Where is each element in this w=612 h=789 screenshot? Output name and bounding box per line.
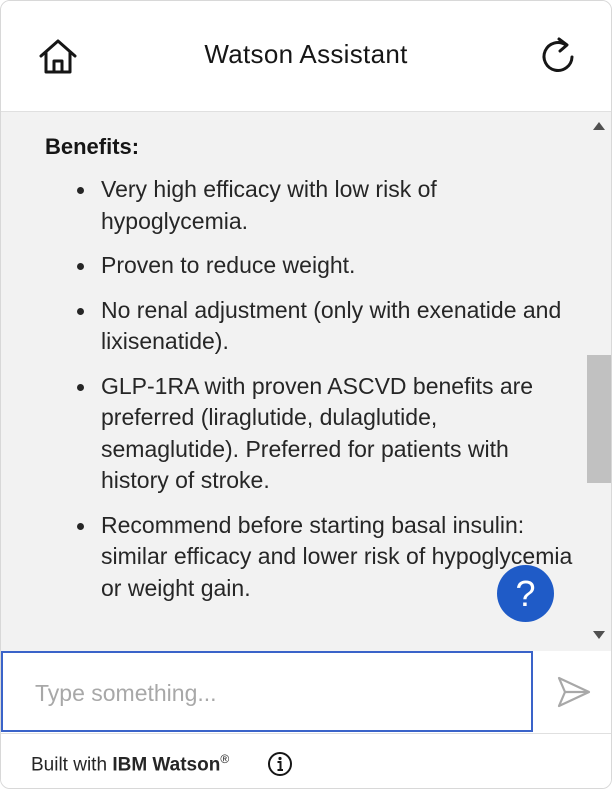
info-button[interactable] bbox=[267, 751, 293, 777]
restart-icon bbox=[542, 37, 574, 72]
trademark-symbol: ® bbox=[220, 752, 230, 766]
list-item-text: No renal adjustment (only with exenatide… bbox=[101, 296, 562, 355]
help-button[interactable]: ? bbox=[497, 565, 554, 622]
restart-button[interactable] bbox=[539, 35, 579, 77]
list-item-text: Very high efficacy with low risk of hypo… bbox=[101, 176, 437, 234]
list-item: Very high efficacy with low risk of hypo… bbox=[45, 174, 575, 237]
list-item-text: GLP-1RA with proven ASCVD benefits are p… bbox=[101, 372, 534, 494]
bullet-icon bbox=[77, 522, 84, 530]
bullet-icon bbox=[77, 263, 84, 270]
bullet-icon bbox=[77, 307, 84, 315]
chat-widget: Watson Assistant Benefits: Very high eff… bbox=[0, 0, 612, 789]
message-input-wrapper bbox=[1, 651, 533, 732]
built-with-text: Built with bbox=[31, 754, 108, 776]
composer bbox=[1, 651, 611, 734]
bullet-icon bbox=[77, 187, 84, 194]
chat-transcript: Benefits: Very high efficacy with low ri… bbox=[1, 112, 611, 651]
message-input[interactable] bbox=[33, 673, 517, 713]
bullet-icon bbox=[77, 383, 84, 391]
list-item: Proven to reduce weight. bbox=[45, 250, 575, 282]
bot-message: Benefits: Very high efficacy with low ri… bbox=[45, 134, 575, 617]
page-title: Watson Assistant bbox=[204, 39, 408, 69]
send-icon bbox=[557, 676, 591, 708]
scrollbar[interactable] bbox=[585, 112, 611, 651]
brand-name: IBM Watson bbox=[112, 754, 221, 776]
list-item-text: Proven to reduce weight. bbox=[101, 252, 356, 278]
list-item: GLP-1RA with proven ASCVD benefits are p… bbox=[45, 371, 575, 497]
info-icon bbox=[268, 752, 292, 776]
built-with-label: Built with IBM Watson® bbox=[31, 752, 229, 776]
header: Watson Assistant bbox=[1, 1, 611, 112]
message-heading: Benefits: bbox=[45, 134, 140, 159]
send-button[interactable] bbox=[555, 673, 593, 711]
list-item: No renal adjustment (only with exenatide… bbox=[45, 295, 575, 358]
list-item: Recommend before starting basal insulin:… bbox=[45, 510, 575, 605]
scroll-up-arrow-icon[interactable] bbox=[593, 122, 605, 130]
footer: Built with IBM Watson® bbox=[1, 734, 611, 788]
benefits-list: Very high efficacy with low risk of hypo… bbox=[45, 174, 575, 604]
scrollbar-thumb[interactable] bbox=[587, 355, 611, 483]
scroll-down-arrow-icon[interactable] bbox=[593, 631, 605, 639]
